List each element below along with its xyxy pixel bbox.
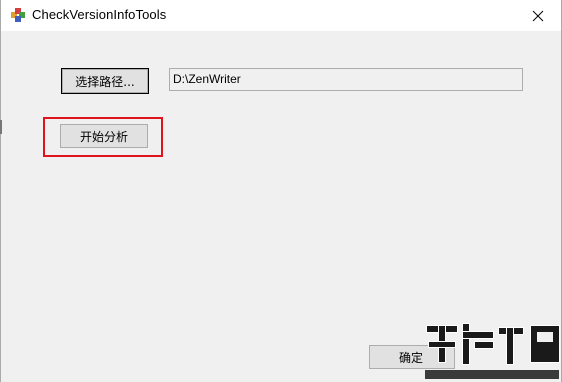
- edge-mark: [0, 120, 2, 134]
- app-window: CheckVersionInfoTools 选择路径... D:\ZenWrit…: [0, 0, 562, 382]
- close-icon: [532, 10, 544, 21]
- watermark-logo: [425, 323, 560, 379]
- close-button[interactable]: [515, 0, 561, 31]
- cube-app-icon: [11, 8, 25, 22]
- path-field[interactable]: D:\ZenWriter: [169, 68, 523, 91]
- select-path-button[interactable]: 选择路径...: [61, 68, 149, 94]
- start-analysis-button[interactable]: 开始分析: [60, 124, 148, 148]
- window-title: CheckVersionInfoTools: [32, 7, 167, 22]
- title-bar: CheckVersionInfoTools: [1, 0, 561, 31]
